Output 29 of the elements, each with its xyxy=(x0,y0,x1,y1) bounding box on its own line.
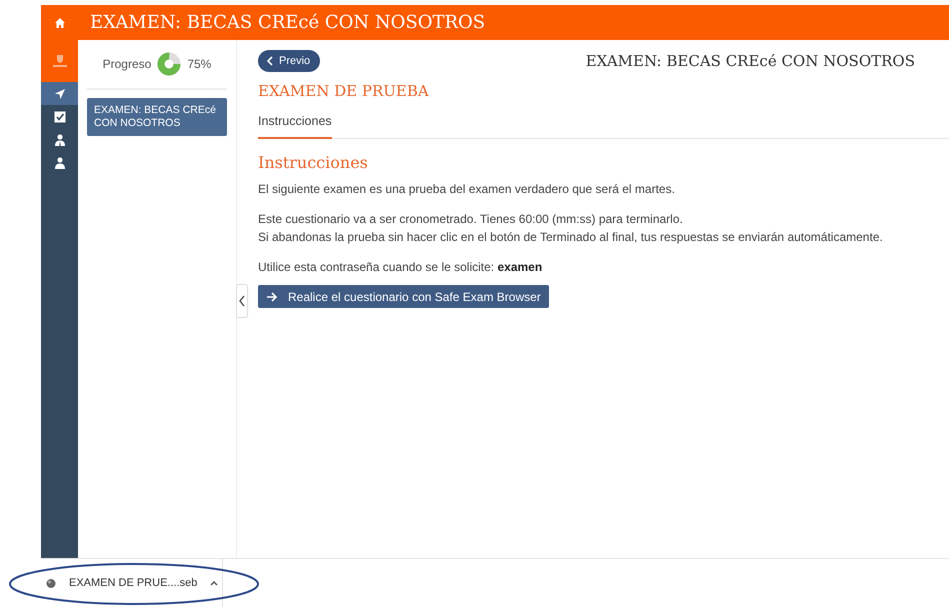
tab[interactable]: Instrucciones xyxy=(258,110,332,139)
page-title: EXAMEN: BECAS CREcé CON NOSOTROS xyxy=(90,12,486,33)
file-icon xyxy=(45,577,57,589)
chevron-left-icon xyxy=(266,56,274,66)
paragraph-text: Si abandonas la prueba sin hacer clic en el botón de Terminado al final, tus respuestas se enviarán automáticamente. xyxy=(258,229,884,246)
navigate-icon xyxy=(54,88,66,100)
checkbox-icon xyxy=(54,110,66,122)
collapse-handle[interactable] xyxy=(236,284,248,318)
progress-donut xyxy=(157,52,182,76)
arrow-right-icon xyxy=(266,292,278,302)
course-title: EXAMEN: BECAS CREcé CON NOSOTROS xyxy=(586,52,915,70)
rail-item[interactable] xyxy=(41,82,78,105)
file-name: EXAMEN DE PRUE....seb xyxy=(69,577,198,589)
exam-title: EXAMEN DE PRUEBA xyxy=(258,82,430,100)
sidebar-item[interactable]: EXAMEN: BECAS CREcé CON NOSOTROS xyxy=(87,98,227,136)
section-title: Instrucciones xyxy=(258,153,369,172)
start-quiz-button[interactable]: Realice el cuestionario con Safe Exam Browser xyxy=(258,285,549,308)
user-icon xyxy=(54,134,66,146)
paragraph-text: El siguiente examen es una prueba del examen verdadero que será el martes. xyxy=(258,181,676,198)
user-icon xyxy=(54,156,66,168)
home-icon[interactable] xyxy=(54,16,66,28)
caret-up-icon[interactable] xyxy=(209,579,220,587)
download-item[interactable]: EXAMEN DE PRUE....seb xyxy=(41,559,223,607)
paragraph-text: Utilice esta contraseña cuando se le solicite: examen xyxy=(258,259,544,276)
paragraph-text: Este cuestionario va a ser cronometrado. Tienes 60:00 (mm:ss) para terminarlo. xyxy=(258,211,684,228)
back-button[interactable]: Previo xyxy=(258,50,320,72)
progress-percent: 75% xyxy=(187,57,212,71)
logo-icon xyxy=(52,54,68,68)
progress-label: Progreso xyxy=(102,57,152,71)
